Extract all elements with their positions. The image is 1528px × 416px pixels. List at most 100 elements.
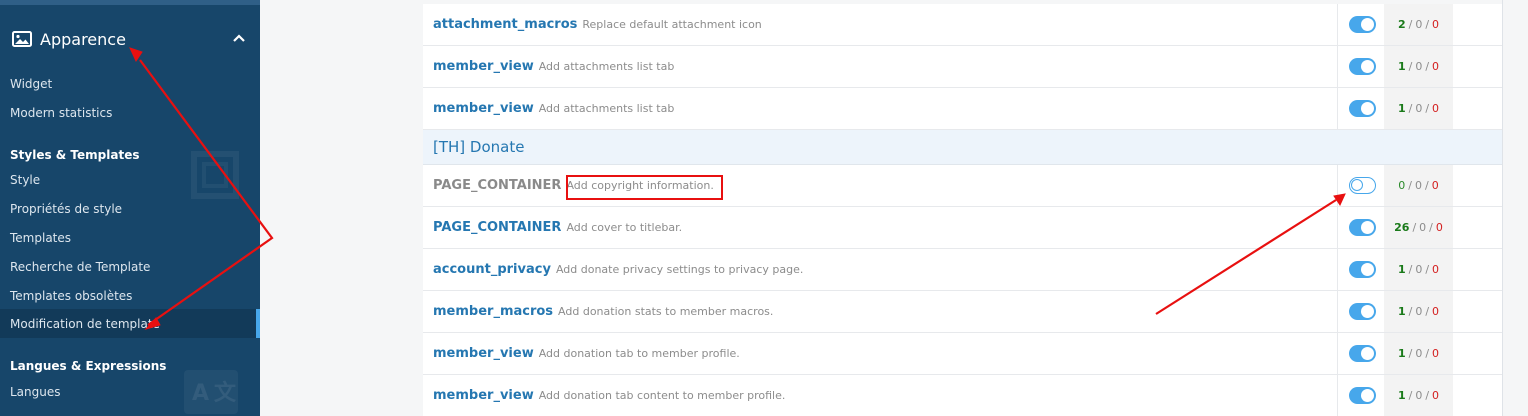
apply-count: 1/0/0 xyxy=(1384,249,1453,290)
template-description: Add donation tab to member profile. xyxy=(538,347,740,360)
count-failed: 0 xyxy=(1432,263,1440,276)
count-failed: 0 xyxy=(1432,60,1440,73)
template-description: Add donation stats to member macros. xyxy=(558,305,774,318)
toggle-on-icon[interactable] xyxy=(1349,261,1376,278)
template-modification-info: PAGE_CONTAINER Add cover to titlebar. xyxy=(423,207,1337,248)
count-not-applicable: 0 xyxy=(1415,179,1422,192)
sidebar-item-template-search[interactable]: Recherche de Template xyxy=(0,252,260,281)
count-separator: / xyxy=(1412,221,1417,234)
count-not-applicable: 0 xyxy=(1415,60,1423,73)
count-not-applicable: 0 xyxy=(1419,221,1427,234)
count-applied: 1 xyxy=(1397,347,1406,360)
toggle-on-icon[interactable] xyxy=(1349,303,1376,320)
sidebar-item-outdated-templates[interactable]: Templates obsolètes xyxy=(0,281,260,310)
table-row: PAGE_CONTAINER Add cover to titlebar. 26… xyxy=(423,207,1502,249)
count-separator: / xyxy=(1408,305,1413,318)
template-modification-info: member_view Add donation tab content to … xyxy=(423,375,1337,416)
count-separator: / xyxy=(1408,102,1413,115)
table-row: member_macros Add donation stats to memb… xyxy=(423,291,1502,333)
toggle-cell xyxy=(1337,207,1384,248)
count-separator: / xyxy=(1425,389,1430,402)
count-separator: / xyxy=(1425,60,1430,73)
apply-count: 0/0/0 xyxy=(1384,165,1453,206)
template-modification-info: member_macros Add donation stats to memb… xyxy=(423,291,1337,332)
toggle-on-icon[interactable] xyxy=(1349,100,1376,117)
apply-count: 2/0/0 xyxy=(1384,4,1453,45)
apply-count: 26/0/0 xyxy=(1384,207,1453,248)
count-failed: 0 xyxy=(1435,221,1443,234)
count-applied: 1 xyxy=(1397,389,1406,402)
template-description: Add attachments list tab xyxy=(538,60,675,73)
template-name-link[interactable]: account_privacy xyxy=(433,262,551,277)
chevron-up-icon[interactable] xyxy=(232,31,246,45)
sidebar-item-templates[interactable]: Templates xyxy=(0,223,260,252)
sidebar-item-label: Style xyxy=(10,172,41,187)
toggle-on-icon[interactable] xyxy=(1349,58,1376,75)
template-name-link[interactable]: member_view xyxy=(433,388,534,403)
addon-group-title: [TH] Donate xyxy=(433,138,525,156)
template-modification-info: PAGE_CONTAINER Add copyright information… xyxy=(423,165,1337,206)
template-name-link[interactable]: PAGE_CONTAINER xyxy=(433,220,561,235)
count-applied: 2 xyxy=(1397,18,1406,31)
sidebar-item-style[interactable]: Style xyxy=(0,165,260,194)
count-not-applicable: 0 xyxy=(1415,18,1423,31)
annotation-highlight-box xyxy=(566,175,723,200)
template-name-link[interactable]: attachment_macros xyxy=(433,17,577,32)
toggle-on-icon[interactable] xyxy=(1349,16,1376,33)
count-failed: 0 xyxy=(1431,179,1439,192)
panel-border xyxy=(1502,0,1503,416)
template-description: Add attachments list tab xyxy=(538,102,675,115)
template-modification-info: member_view Add attachments list tab xyxy=(423,88,1337,129)
sidebar-item-template-modifications[interactable]: Modification de template xyxy=(0,309,260,338)
toggle-cell xyxy=(1337,249,1384,290)
sidebar-item-label: Templates xyxy=(10,230,72,245)
template-description: Add donation tab content to member profi… xyxy=(538,389,786,402)
template-name-link[interactable]: PAGE_CONTAINER xyxy=(433,178,561,193)
apply-count: 1/0/0 xyxy=(1384,333,1453,374)
sidebar-item-label: Modern statistics xyxy=(10,105,113,120)
count-applied: 0 xyxy=(1398,179,1406,192)
sidebar-item-style-properties[interactable]: Propriétés de style xyxy=(0,194,260,223)
table-row: account_privacy Add donate privacy setti… xyxy=(423,249,1502,291)
toggle-off-icon[interactable] xyxy=(1349,177,1376,194)
count-applied: 1 xyxy=(1397,305,1406,318)
toggle-cell xyxy=(1337,46,1384,87)
count-separator: / xyxy=(1425,305,1430,318)
sidebar-item-widget[interactable]: Widget xyxy=(0,69,260,98)
count-not-applicable: 0 xyxy=(1415,347,1423,360)
toggle-cell xyxy=(1337,375,1384,416)
sidebar-item-label: Templates obsolètes xyxy=(10,288,133,303)
sidebar-item-modern-statistics[interactable]: Modern statistics xyxy=(0,98,260,127)
addon-group-header: [TH] Donate xyxy=(423,130,1502,165)
image-icon xyxy=(12,31,32,47)
template-name-link[interactable]: member_macros xyxy=(433,304,553,319)
toggle-cell xyxy=(1337,4,1384,45)
apply-count: 1/0/0 xyxy=(1384,375,1453,416)
apply-count: 1/0/0 xyxy=(1384,46,1453,87)
count-applied: 1 xyxy=(1397,60,1406,73)
count-applied: 26 xyxy=(1394,221,1410,234)
count-separator: / xyxy=(1408,347,1413,360)
template-description: Add donate privacy settings to privacy p… xyxy=(555,263,804,276)
count-failed: 0 xyxy=(1432,389,1440,402)
count-failed: 0 xyxy=(1432,18,1440,31)
sidebar-item-languages[interactable]: Langues xyxy=(0,377,260,406)
sidebar-section-header[interactable]: Apparence xyxy=(0,14,260,64)
count-not-applicable: 0 xyxy=(1415,263,1423,276)
count-separator: / xyxy=(1408,263,1413,276)
count-failed: 0 xyxy=(1432,305,1440,318)
template-name-link[interactable]: member_view xyxy=(433,346,534,361)
sidebar-item-label: Modification de template xyxy=(10,316,160,331)
template-modification-info: account_privacy Add donate privacy setti… xyxy=(423,249,1337,290)
table-row: member_view Add donation tab content to … xyxy=(423,375,1502,416)
template-name-link[interactable]: member_view xyxy=(433,101,534,116)
toggle-on-icon[interactable] xyxy=(1349,345,1376,362)
toggle-on-icon[interactable] xyxy=(1349,219,1376,236)
template-modification-info: member_view Add donation tab to member p… xyxy=(423,333,1337,374)
toggle-cell xyxy=(1337,88,1384,129)
toggle-on-icon[interactable] xyxy=(1349,387,1376,404)
template-name-link[interactable]: member_view xyxy=(433,59,534,74)
sidebar-item-label: Propriétés de style xyxy=(10,201,123,216)
table-row: attachment_macros Replace default attach… xyxy=(423,4,1502,46)
count-not-applicable: 0 xyxy=(1415,305,1423,318)
